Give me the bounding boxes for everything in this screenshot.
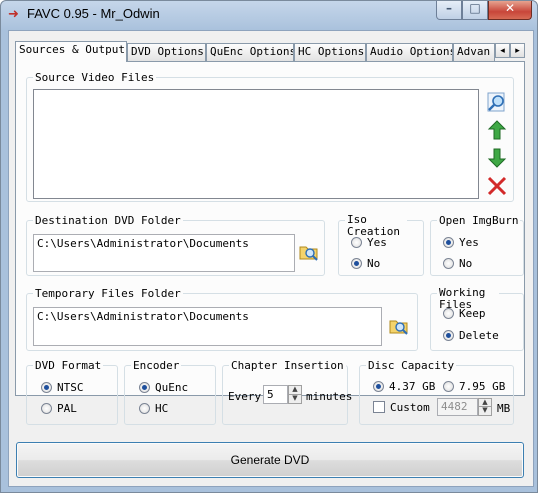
destination-legend: Destination DVD Folder xyxy=(33,213,183,228)
chapter-interval-field[interactable]: 5 xyxy=(263,385,288,404)
hc-option[interactable]: HC xyxy=(139,402,168,415)
temp-folder-browse-icon[interactable] xyxy=(389,316,409,336)
hc-radio[interactable] xyxy=(139,403,150,414)
capacity-437-radio[interactable] xyxy=(373,381,384,392)
mb-label: MB xyxy=(497,402,511,415)
generate-dvd-button[interactable]: Generate DVD xyxy=(16,442,524,478)
delete-option[interactable]: Delete xyxy=(443,329,499,342)
working-files-group: Working Files Keep Delete xyxy=(430,287,524,351)
keep-label: Keep xyxy=(459,307,486,320)
destination-group: Destination DVD Folder C:\Users\Administ… xyxy=(26,213,325,276)
custom-checkbox[interactable] xyxy=(373,401,385,413)
iso-no-radio[interactable] xyxy=(351,258,362,269)
quenc-radio[interactable] xyxy=(139,382,150,393)
tab-sources-output[interactable]: Sources & Output xyxy=(15,41,127,62)
delete-label: Delete xyxy=(459,329,499,342)
encoder-group: Encoder QuEnc HC xyxy=(124,358,216,425)
keep-option[interactable]: Keep xyxy=(443,307,486,320)
source-video-list[interactable] xyxy=(33,89,479,199)
move-down-icon[interactable] xyxy=(486,147,508,169)
capacity-437-option[interactable]: 4.37 GB xyxy=(373,380,435,393)
tab-scroll-left-button[interactable]: ◂ xyxy=(495,43,510,58)
temporary-group: Temporary Files Folder C:\Users\Administ… xyxy=(26,286,418,351)
tab-strip: Sources & Output DVD Options QuEnc Optio… xyxy=(15,41,525,62)
spin-down-icon[interactable]: ▼ xyxy=(289,394,301,404)
tab-audio-options[interactable]: Audio Options xyxy=(366,43,453,61)
chapter-insertion-legend: Chapter Insertion xyxy=(229,358,346,373)
tab-panel-sources-output: Source Video Files Destination DVD Folde… xyxy=(15,61,525,425)
folder-browse-icon[interactable] xyxy=(299,242,319,262)
client-area: Sources & Output DVD Options QuEnc Optio… xyxy=(8,30,534,487)
encoder-legend: Encoder xyxy=(131,358,182,373)
remove-icon[interactable] xyxy=(486,175,508,197)
iso-no-option[interactable]: No xyxy=(351,257,380,270)
tab-dvd-options[interactable]: DVD Options xyxy=(127,43,206,61)
capacity-795-option[interactable]: 7.95 GB xyxy=(443,380,505,393)
imgburn-yes-option[interactable]: Yes xyxy=(443,236,479,249)
source-video-group: Source Video Files xyxy=(26,70,514,202)
dvd-format-legend: DVD Format xyxy=(33,358,104,373)
imgburn-yes-label: Yes xyxy=(459,236,479,249)
destination-folder-field[interactable]: C:\Users\Administrator\Documents xyxy=(33,234,295,272)
custom-label: Custom xyxy=(390,401,430,414)
chapter-spin-buttons[interactable]: ▲ ▼ xyxy=(288,385,302,404)
maximize-button[interactable]: □ xyxy=(462,1,488,20)
iso-yes-radio[interactable] xyxy=(351,237,362,248)
open-imgburn-group: Open ImgBurn Yes No xyxy=(430,213,524,276)
tab-advanced[interactable]: Advan xyxy=(453,43,495,61)
iso-creation-legend: Iso Creation xyxy=(345,214,407,238)
disc-capacity-group: Disc Capacity 4.37 GB 7.95 GB Custom 448… xyxy=(359,358,514,425)
iso-creation-group: Iso Creation Yes No xyxy=(338,214,424,276)
quenc-label: QuEnc xyxy=(155,381,189,394)
pal-radio[interactable] xyxy=(41,403,52,414)
dvd-format-group: DVD Format NTSC PAL xyxy=(26,358,118,425)
tab-scroll-right-button[interactable]: ▸ xyxy=(510,43,525,58)
hc-label: HC xyxy=(155,402,169,415)
red-arrow-icon: ➜ xyxy=(8,7,19,22)
imgburn-yes-radio[interactable] xyxy=(443,237,454,248)
app-window: ➜ FAVC 0.95 - Mr_Odwin – □ ✕ Sources & O… xyxy=(0,0,538,493)
temporary-folder-field[interactable]: C:\Users\Administrator\Documents xyxy=(33,307,382,346)
preview-icon[interactable] xyxy=(486,91,508,113)
custom-option[interactable]: Custom xyxy=(373,401,430,414)
every-label: Every xyxy=(228,390,262,403)
tab-quenc-options[interactable]: QuEnc Options xyxy=(206,43,294,61)
imgburn-no-option[interactable]: No xyxy=(443,257,472,270)
disc-capacity-legend: Disc Capacity xyxy=(366,358,457,373)
iso-yes-option[interactable]: Yes xyxy=(351,236,387,249)
capacity-437-label: 4.37 GB xyxy=(389,380,436,393)
custom-spin-down-icon[interactable]: ▼ xyxy=(479,407,491,415)
move-up-icon[interactable] xyxy=(486,119,508,141)
tab-hc-options[interactable]: HC Options xyxy=(294,43,366,61)
window-title: FAVC 0.95 - Mr_Odwin xyxy=(27,6,160,21)
imgburn-no-radio[interactable] xyxy=(443,258,454,269)
iso-no-label: No xyxy=(367,257,381,270)
keep-radio[interactable] xyxy=(443,308,454,319)
open-imgburn-legend: Open ImgBurn xyxy=(437,213,521,228)
imgburn-no-label: No xyxy=(459,257,473,270)
custom-capacity-field[interactable]: 4482 xyxy=(437,398,478,416)
chapter-insertion-group: Chapter Insertion Every 5 ▲ ▼ minutes xyxy=(222,358,352,425)
minimize-button[interactable]: – xyxy=(436,1,462,20)
ntsc-option[interactable]: NTSC xyxy=(41,381,84,394)
ntsc-label: NTSC xyxy=(57,381,84,394)
pal-option[interactable]: PAL xyxy=(41,402,77,415)
source-video-legend: Source Video Files xyxy=(33,70,157,85)
close-button[interactable]: ✕ xyxy=(488,1,532,20)
iso-yes-label: Yes xyxy=(367,236,387,249)
title-bar[interactable]: ➜ FAVC 0.95 - Mr_Odwin – □ ✕ xyxy=(1,1,537,27)
custom-spin-buttons[interactable]: ▲ ▼ xyxy=(478,398,492,416)
temporary-legend: Temporary Files Folder xyxy=(33,286,183,301)
delete-radio[interactable] xyxy=(443,330,454,341)
ntsc-radio[interactable] xyxy=(41,382,52,393)
capacity-795-radio[interactable] xyxy=(443,381,454,392)
quenc-option[interactable]: QuEnc xyxy=(139,381,188,394)
capacity-795-label: 7.95 GB xyxy=(459,380,506,393)
minutes-label: minutes xyxy=(306,390,353,403)
pal-label: PAL xyxy=(57,402,77,415)
